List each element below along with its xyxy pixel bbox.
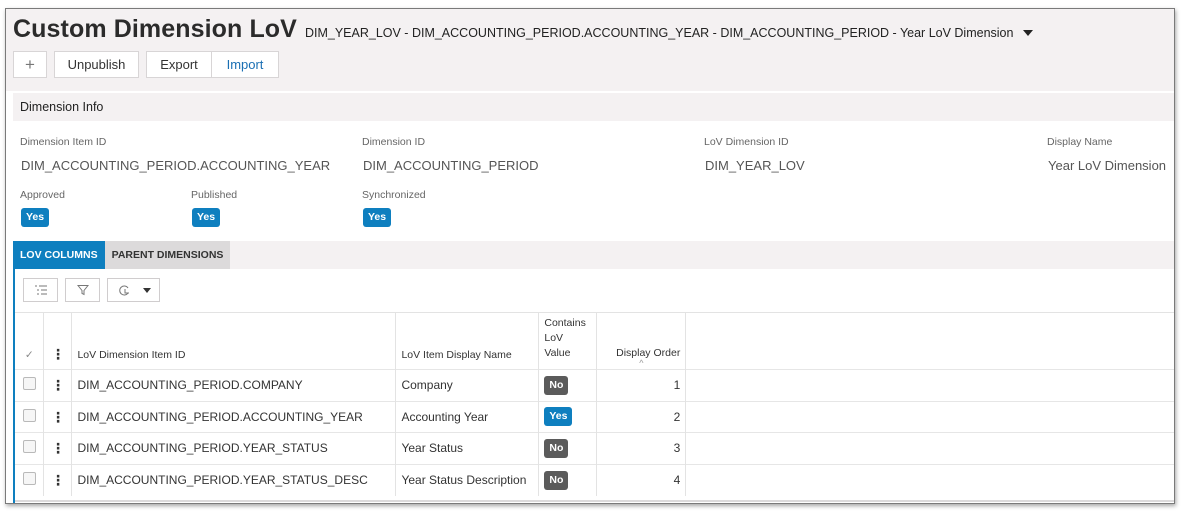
row-checkbox[interactable] [15, 432, 45, 464]
cell-item-id: DIM_ACCOUNTING_PERIOD.ACCOUNTING_YEAR [71, 400, 397, 433]
table-row[interactable]: ⋮ DIM_ACCOUNTING_PERIOD.YEAR_STATUS Year… [15, 432, 1174, 464]
field-label-synchronized: Synchronized [362, 189, 426, 201]
cell-display-order: 4 [596, 463, 687, 496]
command-toolbar: + Unpublish Export Import [13, 51, 279, 78]
cell-display-order: 3 [596, 432, 687, 464]
import-button[interactable]: Import [212, 51, 279, 78]
row-menu-icon[interactable]: ⋮ [43, 432, 73, 464]
page-header: Custom Dimension LoV DIM_YEAR_LOV - DIM_… [6, 9, 1174, 91]
tab-parent-dimensions[interactable]: PARENT DIMENSIONS [104, 241, 231, 269]
sort-ascending-icon: ^ [639, 358, 644, 368]
row-menu-icon[interactable]: ⋮ [43, 369, 73, 401]
select-all-checkbox[interactable]: ✓ [15, 312, 45, 370]
field-label-dimension-item-id: Dimension Item ID [20, 136, 107, 148]
cell-contains-lov-value: No [538, 432, 598, 464]
field-value-lov-dimension-id: DIM_YEAR_LOV [705, 158, 805, 173]
row-checkbox[interactable] [15, 400, 45, 433]
status-badge: No [544, 470, 569, 490]
lov-columns-grid: ✓ ⋮ LoV Dimension Item ID LoV Item Displ… [13, 269, 1174, 503]
section-title: Dimension Info [13, 93, 1174, 121]
grid-bottom-border [15, 500, 1174, 502]
row-checkbox[interactable] [15, 369, 45, 401]
refresh-dropdown-button[interactable] [107, 278, 160, 302]
cell-filler [685, 432, 1174, 464]
column-header-display-name[interactable]: LoV Item Display Name [395, 312, 540, 370]
field-value-dimension-id: DIM_ACCOUNTING_PERIOD [363, 158, 539, 173]
export-button[interactable]: Export [146, 51, 212, 78]
row-checkbox[interactable] [15, 463, 45, 496]
field-value-dimension-item-id: DIM_ACCOUNTING_PERIOD.ACCOUNTING_YEAR [21, 158, 331, 173]
tab-bar: LOV COLUMNS PARENT DIMENSIONS [13, 241, 1174, 269]
cell-display-order: 2 [596, 400, 687, 433]
filter-icon[interactable] [65, 278, 100, 302]
caret-down-icon[interactable] [1023, 30, 1034, 36]
field-value-display-name: Year LoV Dimension [1048, 158, 1167, 173]
column-header-contains-lov-value[interactable]: Contains LoV Value [538, 312, 598, 370]
field-label-lov-dimension-id: LoV Dimension ID [704, 136, 789, 148]
cell-filler [685, 369, 1174, 401]
row-menu-icon[interactable]: ⋮ [43, 400, 73, 433]
field-label-dimension-id: Dimension ID [362, 136, 426, 148]
status-badge-approved: Yes [21, 208, 50, 227]
grid-toolbar [23, 278, 160, 302]
cell-display-name: Year Status Description [395, 463, 540, 496]
cell-filler [685, 463, 1174, 496]
list-settings-icon[interactable] [23, 278, 58, 302]
field-label-approved: Approved [20, 189, 65, 201]
field-label-display-name: Display Name [1047, 136, 1113, 148]
cell-item-id: DIM_ACCOUNTING_PERIOD.YEAR_STATUS [71, 432, 397, 464]
row-menu-icon[interactable]: ⋮ [43, 463, 73, 496]
page-title: Custom Dimension LoV [13, 15, 297, 43]
table-row[interactable]: ⋮ DIM_ACCOUNTING_PERIOD.COMPANY Company … [15, 369, 1174, 401]
table-row[interactable]: ⋮ DIM_ACCOUNTING_PERIOD.ACCOUNTING_YEAR … [15, 400, 1174, 433]
column-header-display-order-label: Display Order [616, 347, 681, 359]
field-label-published: Published [191, 189, 238, 201]
lov-columns-table: ✓ ⋮ LoV Dimension Item ID LoV Item Displ… [15, 312, 1174, 496]
cell-item-id: DIM_ACCOUNTING_PERIOD.YEAR_STATUS_DESC [71, 463, 397, 496]
add-button[interactable]: + [13, 51, 47, 78]
title-row: Custom Dimension LoV DIM_YEAR_LOV - DIM_… [13, 15, 1034, 44]
chevron-down-icon[interactable] [143, 287, 151, 293]
refresh-icon [119, 285, 129, 295]
cell-contains-lov-value: No [538, 463, 598, 496]
cell-display-name: Company [395, 369, 540, 401]
export-import-group: Export Import [146, 51, 279, 78]
column-header-display-order[interactable]: Display Order ^ [596, 312, 687, 370]
column-menu-icon[interactable]: ⋮ [43, 312, 73, 370]
cell-display-name: Accounting Year [395, 400, 540, 433]
status-badge: Yes [544, 407, 573, 427]
table-row[interactable]: ⋮ DIM_ACCOUNTING_PERIOD.YEAR_STATUS_DESC… [15, 463, 1174, 496]
table-header-row: ✓ ⋮ LoV Dimension Item ID LoV Item Displ… [15, 312, 1174, 370]
dimension-info-section: Dimension Info Dimension Item ID DIM_ACC… [13, 93, 1174, 235]
cell-contains-lov-value: Yes [538, 400, 598, 433]
status-badge: No [544, 375, 569, 395]
cell-contains-lov-value: No [538, 369, 598, 401]
column-header-item-id[interactable]: LoV Dimension Item ID [71, 312, 397, 370]
unpublish-button[interactable]: Unpublish [54, 51, 139, 78]
column-filler [685, 312, 1174, 370]
tab-lov-columns[interactable]: LOV COLUMNS [13, 241, 105, 269]
app-window: Custom Dimension LoV DIM_YEAR_LOV - DIM_… [5, 8, 1175, 504]
cell-display-name: Year Status [395, 432, 540, 464]
cell-filler [685, 400, 1174, 433]
status-badge-published: Yes [192, 208, 221, 227]
status-badge: No [544, 438, 569, 458]
cell-display-order: 1 [596, 369, 687, 401]
status-badge-synchronized: Yes [363, 208, 392, 227]
record-selector[interactable]: DIM_YEAR_LOV - DIM_ACCOUNTING_PERIOD.ACC… [305, 26, 1014, 40]
cell-item-id: DIM_ACCOUNTING_PERIOD.COMPANY [71, 369, 397, 401]
